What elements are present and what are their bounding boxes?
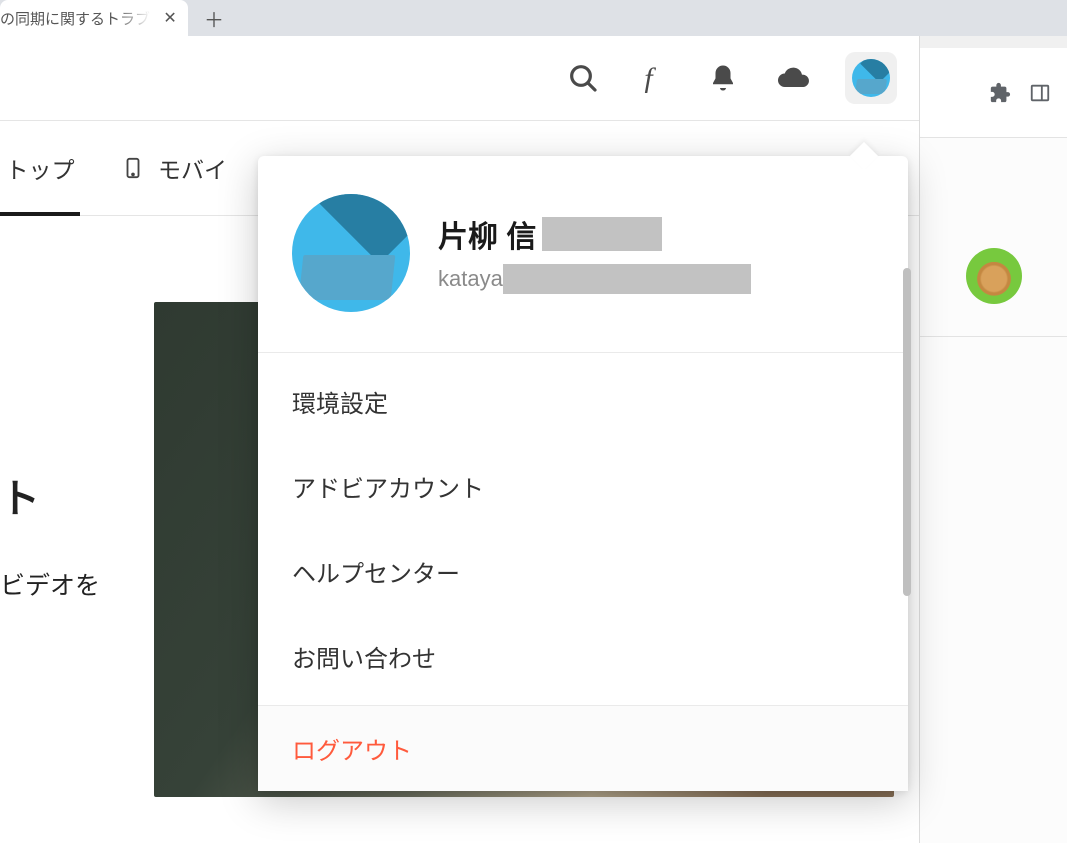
subtext-fragment: ビデオを [0,566,100,602]
fonts-icon[interactable]: f [635,60,671,96]
profile-menu-list: 環境設定 アドビアカウント ヘルプセンター お問い合わせ [258,353,908,705]
nav-top[interactable]: トップ [0,121,80,216]
cloud-icon[interactable] [775,60,811,96]
bell-icon[interactable] [705,60,741,96]
redacted-name [542,217,662,251]
profile-avatar-icon [292,194,410,312]
sidepanel-icon[interactable] [1029,82,1051,104]
app-topbar: f [0,36,919,121]
avatar-icon [852,59,890,97]
menu-item-preferences[interactable]: 環境設定 [258,359,908,444]
scrollbar[interactable] [903,268,911,596]
user-email: kataya [438,264,874,294]
browser-toolbar [917,48,1067,138]
heading-fragment: ト [0,466,100,524]
redacted-email [503,264,751,294]
menu-item-contact[interactable]: お問い合わせ [258,614,908,699]
profile-header: 片柳 信 kataya [258,156,908,353]
nav-top-label: トップ [6,151,75,185]
user-email-visible: kataya [438,266,503,292]
tab-close-icon[interactable]: ✕ [162,10,178,26]
right-sidebar [920,138,1067,843]
new-tab-button[interactable]: ＋ [200,4,228,32]
nav-mobile[interactable]: モバイ [120,121,227,216]
user-name: 片柳 信 [438,212,874,256]
app-container: f トップ モバイ ト ビデオを [0,36,920,843]
search-icon[interactable] [565,60,601,96]
menu-item-logout[interactable]: ログアウト [258,706,908,791]
mobile-icon [120,148,146,188]
user-name-visible: 片柳 信 [438,212,536,256]
divider [915,336,1067,337]
nav-mobile-label: モバイ [158,151,227,185]
menu-item-adobe-account[interactable]: アドビアカウント [258,444,908,529]
menu-item-help-center[interactable]: ヘルプセンター [258,529,908,614]
svg-text:f: f [644,63,656,93]
profile-button[interactable] [845,52,897,104]
logout-section: ログアウト [258,705,908,791]
page-side-text: ト ビデオを [0,466,100,602]
browser-tab-strip: の同期に関するトラブ ✕ ＋ [0,0,1067,36]
browser-tab-title: の同期に関するトラブ [0,8,154,29]
profile-menu-popover: 片柳 信 kataya 環境設定 アドビアカウント ヘルプセンター お問い合わせ… [258,156,908,791]
user-info: 片柳 信 kataya [438,212,874,294]
secondary-avatar[interactable] [966,248,1022,304]
browser-tab[interactable]: の同期に関するトラブ ✕ [0,0,188,36]
extensions-icon[interactable] [989,82,1011,104]
